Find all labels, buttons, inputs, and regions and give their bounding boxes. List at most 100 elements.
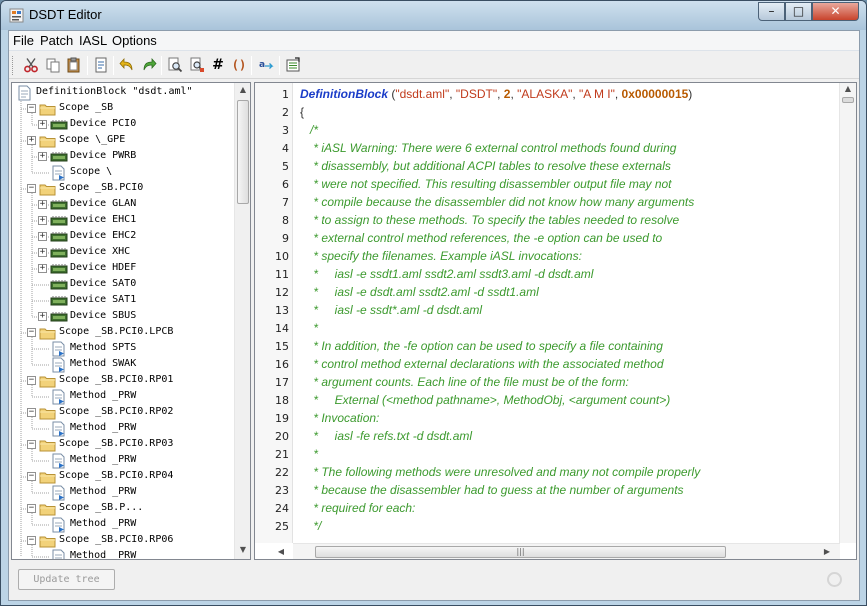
code-line[interactable]: * <box>300 321 318 335</box>
tree-node[interactable]: + Device PCI0 <box>12 117 234 133</box>
tree-scroll-thumb[interactable] <box>237 100 249 204</box>
tree-node[interactable]: + Scope \_GPE <box>12 133 234 149</box>
code-line[interactable]: * The following methods were unresolved … <box>300 465 700 479</box>
code-line[interactable]: */ <box>300 519 321 533</box>
spellcheck-icon[interactable]: a <box>256 55 276 75</box>
tree-node[interactable]: Method _PRW <box>12 549 234 559</box>
code-line[interactable]: * <box>300 447 318 461</box>
editor-horizontal-scrollbar[interactable]: ◀ ||| ▶ <box>278 543 840 559</box>
tree-node[interactable]: + Device XHC <box>12 245 234 261</box>
tree-node[interactable]: Method _PRW <box>12 421 234 437</box>
tree-node[interactable]: − Scope _SB.PCI0.RP04 <box>12 469 234 485</box>
braces-icon[interactable]: () <box>229 55 249 75</box>
code-line[interactable]: * Invocation: <box>300 411 379 425</box>
menu-iasl[interactable]: IASL <box>79 33 107 48</box>
editor-hscroll-thumb[interactable]: ||| <box>315 546 726 558</box>
tree-vertical-scrollbar[interactable]: ▲ ▼ <box>234 83 250 559</box>
code-line[interactable]: /* <box>300 123 318 137</box>
collapse-icon[interactable]: − <box>27 376 36 385</box>
tree-node[interactable]: Device SAT1 <box>12 293 234 309</box>
tree-node[interactable]: + Device HDEF <box>12 261 234 277</box>
scroll-up-arrow-icon[interactable]: ▲ <box>235 85 250 94</box>
code-line[interactable]: * external control method references, th… <box>300 231 662 245</box>
tree-node[interactable]: Method _PRW <box>12 453 234 469</box>
menu-patch[interactable]: Patch <box>40 33 73 48</box>
find-icon[interactable] <box>165 55 185 75</box>
expand-icon[interactable]: + <box>38 264 47 273</box>
menu-options[interactable]: Options <box>112 33 157 48</box>
collapse-icon[interactable]: − <box>27 408 36 417</box>
undo-icon[interactable] <box>117 55 137 75</box>
tree-node[interactable]: − Scope _SB.PCI0.LPCB <box>12 325 234 341</box>
tree-node[interactable]: − Scope _SB <box>12 101 234 117</box>
minimize-button[interactable]: – <box>758 2 785 21</box>
tree-node[interactable]: Method _PRW <box>12 485 234 501</box>
code-line[interactable]: * argument counts. Each line of the file… <box>300 375 629 389</box>
code-line[interactable]: * control method external declarations w… <box>300 357 663 371</box>
tree-node[interactable]: Method _PRW <box>12 517 234 533</box>
code-line[interactable]: * compile because the disassembler did n… <box>300 195 694 209</box>
tree-node[interactable]: Method SPTS <box>12 341 234 357</box>
editor-vertical-scrollbar[interactable]: ▲ <box>839 83 856 543</box>
code-line[interactable]: * required for each: <box>300 501 415 515</box>
collapse-icon[interactable]: − <box>27 440 36 449</box>
tree-node[interactable]: Method SWAK <box>12 357 234 373</box>
tree-node[interactable]: + Device PWRB <box>12 149 234 165</box>
title-bar[interactable]: DSDT Editor – □ ✕ <box>1 1 866 30</box>
collapse-icon[interactable]: − <box>27 184 36 193</box>
collapse-icon[interactable]: − <box>27 472 36 481</box>
code-line[interactable]: * specify the filenames. Example iASL in… <box>300 249 582 263</box>
code-line[interactable]: * because the disassembler had to guess … <box>300 483 683 497</box>
scroll-right-arrow-icon[interactable]: ▶ <box>819 547 835 556</box>
tree-node[interactable]: Scope \ <box>12 165 234 181</box>
expand-icon[interactable]: + <box>38 248 47 257</box>
tree-node[interactable]: + Device EHC1 <box>12 213 234 229</box>
tree-node[interactable]: − Scope _SB.P... <box>12 501 234 517</box>
tree-node[interactable]: − Scope _SB.PCI0.RP03 <box>12 437 234 453</box>
collapse-icon[interactable]: − <box>27 504 36 513</box>
code-line[interactable]: * iasl -fe refs.txt -d dsdt.aml <box>300 429 472 443</box>
code-line[interactable]: * External (<method pathname>, MethodObj… <box>300 393 670 407</box>
paste-icon[interactable] <box>64 55 84 75</box>
expand-icon[interactable]: + <box>38 152 47 161</box>
scroll-down-arrow-icon[interactable]: ▼ <box>235 545 250 554</box>
expand-icon[interactable]: + <box>38 120 47 129</box>
code-line[interactable]: * In addition, the -fe option can be use… <box>300 339 663 353</box>
tree-node[interactable]: + Device SBUS <box>12 309 234 325</box>
expand-icon[interactable]: + <box>38 216 47 225</box>
hash-icon[interactable]: # <box>208 55 228 75</box>
close-button[interactable]: ✕ <box>812 2 859 21</box>
scroll-left-arrow-icon[interactable]: ◀ <box>273 547 289 556</box>
tree-node[interactable]: + Device EHC2 <box>12 229 234 245</box>
copy-icon[interactable] <box>43 55 63 75</box>
editor-scroll-thumb[interactable] <box>842 97 854 103</box>
scroll-up-arrow-icon[interactable]: ▲ <box>840 84 856 93</box>
find-replace-icon[interactable] <box>187 55 207 75</box>
collapse-icon[interactable]: − <box>27 536 36 545</box>
tree-node[interactable]: Method _PRW <box>12 389 234 405</box>
code-line[interactable]: DefinitionBlock ("dsdt.aml", "DSDT", 2, … <box>300 87 692 101</box>
expand-icon[interactable]: + <box>38 200 47 209</box>
expand-icon[interactable]: + <box>38 232 47 241</box>
code-line[interactable]: * iasl -e dsdt.aml ssdt2.aml -d ssdt1.am… <box>300 285 538 299</box>
update-tree-button[interactable]: Update tree <box>18 569 115 590</box>
tree-node[interactable]: − Scope _SB.PCI0.RP01 <box>12 373 234 389</box>
expand-icon[interactable]: + <box>38 312 47 321</box>
code-line[interactable]: * were not specified. This resulting dis… <box>300 177 671 191</box>
code-editor[interactable]: 1 2 3 4 5 6 7 8 9 10 11 12 13 14 15 16 17 18 19 20 21 22 23 24 2… <box>254 82 857 560</box>
tree-node[interactable]: − Scope _SB.PCI0.RP02 <box>12 405 234 421</box>
code-line[interactable]: * to assign to these methods. To specify… <box>300 213 679 227</box>
menu-file[interactable]: File <box>13 33 34 48</box>
collapse-icon[interactable]: − <box>27 328 36 337</box>
redo-icon[interactable] <box>139 55 159 75</box>
toolbar-grip[interactable] <box>12 56 15 75</box>
compile-icon[interactable] <box>91 55 111 75</box>
dsdt-tree[interactable]: DefinitionBlock "dsdt.aml" − Scope _SB + Dev… <box>11 82 251 560</box>
tree-node[interactable]: DefinitionBlock "dsdt.aml" <box>12 85 234 101</box>
tree-node[interactable]: − Scope _SB.PCI0 <box>12 181 234 197</box>
cut-icon[interactable] <box>21 55 41 75</box>
collapse-icon[interactable]: − <box>27 104 36 113</box>
code-line[interactable]: { <box>300 105 304 119</box>
tree-node[interactable]: − Scope _SB.PCI0.RP06 <box>12 533 234 549</box>
maximize-button[interactable]: □ <box>785 2 812 21</box>
